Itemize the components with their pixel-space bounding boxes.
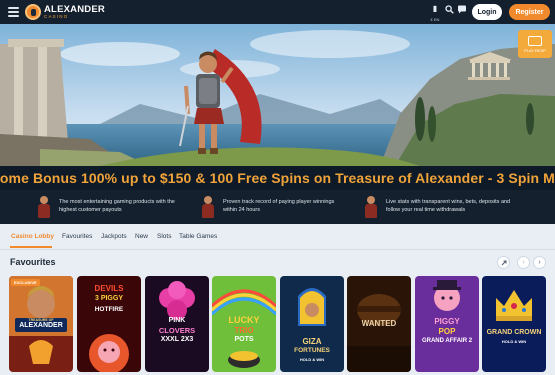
- feature-text-line: Proven track record of paying player win…: [223, 199, 335, 206]
- game-tile[interactable]: LUCKY TRIO POTS: [212, 276, 276, 372]
- tab-jackpots[interactable]: Jackpots: [101, 233, 127, 240]
- badge-label: PLAY RESP: [524, 47, 546, 53]
- logo-main-text: ALEXANDER: [44, 3, 105, 15]
- casino-logo[interactable]: ALEXANDER CASINO: [25, 3, 105, 21]
- top-header: ALEXANDER CASINO ▮ £ EN Login Register: [0, 0, 555, 24]
- game-title-line: CLOVERS: [158, 326, 196, 335]
- game-title-line: POP: [438, 327, 456, 336]
- login-button[interactable]: Login: [472, 4, 502, 20]
- tab-table-games[interactable]: Table Games: [179, 233, 217, 240]
- game-title-line: XXXL 2X3: [160, 336, 194, 343]
- chat-icon[interactable]: [457, 5, 467, 18]
- feature-text-line: Live stats with transparent wins, bets, …: [386, 199, 511, 206]
- expand-icon[interactable]: [497, 256, 510, 269]
- tab-new[interactable]: New: [135, 233, 148, 240]
- chevron-left-icon[interactable]: ‹: [517, 256, 530, 269]
- game-title-line: POTS: [234, 336, 254, 343]
- menu-icon[interactable]: [8, 7, 19, 17]
- tab-slots[interactable]: Slots: [157, 233, 171, 240]
- game-title-line: LUCKY: [228, 315, 260, 325]
- features-strip: The most entertaining gaming products wi…: [0, 190, 555, 224]
- feature-text-line: The most entertaining gaming products wi…: [59, 199, 175, 206]
- tab-favourites[interactable]: Favourites: [62, 233, 92, 240]
- section-title: Favourites: [10, 257, 56, 267]
- search-icon[interactable]: [445, 5, 454, 18]
- game-artwork: [482, 276, 546, 372]
- feature-text-line: follow your real time withdrawals: [386, 207, 466, 213]
- game-title-line: WANTED: [361, 319, 397, 328]
- exclusive-badge: EXCLUSIVE: [11, 279, 40, 286]
- game-title-line: PINK: [168, 317, 186, 324]
- game-title-line: ALEXANDER: [19, 322, 63, 329]
- game-title-line: FORTUNES: [294, 347, 330, 354]
- hero-banner[interactable]: PLAY RESP Welcome Bonus 100% up to $150 …: [0, 24, 555, 190]
- badge-icon: [528, 35, 542, 46]
- register-button[interactable]: Register: [509, 4, 550, 20]
- game-title-line: HOLD & WIN: [501, 339, 527, 344]
- game-title-line: HOTFIRE: [94, 306, 124, 313]
- feature-item: Live stats with transparent wins, bets, …: [362, 190, 547, 224]
- warrior-icon: [199, 194, 217, 220]
- promo-bar[interactable]: Welcome Bonus 100% up to $150 & 100 Free…: [0, 166, 555, 190]
- feature-text-line: within 24 hours: [223, 207, 260, 213]
- game-title-line: GRAND CROWN: [486, 329, 542, 336]
- game-title-line: TRIO: [234, 326, 254, 335]
- chevron-right-icon[interactable]: ›: [533, 256, 546, 269]
- logo-helmet-icon: [25, 4, 41, 20]
- game-tile[interactable]: GIZA FORTUNES HOLD & WIN: [280, 276, 344, 372]
- feature-item: Proven track record of paying player win…: [199, 190, 369, 224]
- game-tile[interactable]: PIGGY POP GRAND AFFAIR 2: [415, 276, 479, 372]
- game-title-line: DEVILS: [94, 284, 124, 293]
- promo-text: Welcome Bonus 100% up to $150 & 100 Free…: [0, 170, 555, 186]
- active-tab-indicator: [10, 246, 52, 248]
- feature-text-line: highest customer payouts: [59, 207, 122, 213]
- warrior-icon: [362, 194, 380, 220]
- favourites-carousel: EXCLUSIVE TREASURE OF ALEXANDER DEVILS 3…: [0, 276, 555, 375]
- game-tile[interactable]: GRAND CROWN HOLD & WIN: [482, 276, 546, 372]
- warrior-icon: [35, 194, 53, 220]
- game-tile[interactable]: PINK CLOVERS XXXL 2X3: [145, 276, 209, 372]
- game-title-line: GRAND AFFAIR 2: [421, 338, 473, 344]
- game-title-line: PIGGY: [434, 317, 460, 326]
- tab-casino-lobby[interactable]: Casino Lobby: [11, 233, 54, 240]
- game-tile[interactable]: WANTED: [347, 276, 411, 372]
- game-tile[interactable]: DEVILS 3 PIGGY HOTFIRE: [77, 276, 141, 372]
- feature-item: The most entertaining gaming products wi…: [35, 190, 205, 224]
- game-title-line: 3 PIGGY: [94, 295, 123, 302]
- divider: [0, 249, 555, 250]
- game-title-line: GIZA: [302, 337, 322, 346]
- game-tile[interactable]: EXCLUSIVE TREASURE OF ALEXANDER: [9, 276, 73, 372]
- responsible-gaming-badge[interactable]: PLAY RESP: [518, 30, 552, 58]
- logo-sub-text: CASINO: [44, 14, 69, 19]
- game-title-line: HOLD & WIN: [299, 357, 325, 362]
- category-tabs: Casino Lobby Favourites Jackpots New Slo…: [0, 224, 555, 250]
- flag-icon[interactable]: ▮ £ EN: [427, 3, 443, 26]
